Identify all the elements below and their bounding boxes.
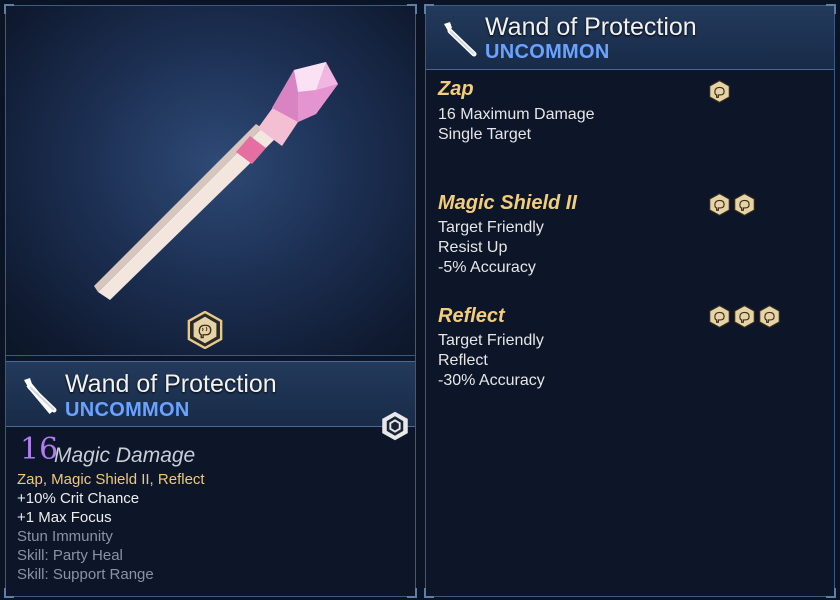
skill-detail: Reflect (438, 352, 488, 369)
skill-name: Reflect (438, 305, 505, 327)
focus-cost (708, 193, 756, 216)
skills-panel: Wand of Protection UNCOMMON Zap 16 Maxim… (424, 4, 836, 598)
wand-artwork (94, 62, 338, 300)
damage-type: Magic Damage (54, 444, 196, 467)
item-name: Wand of Protection (485, 13, 697, 41)
item-rarity: UNCOMMON (65, 399, 190, 421)
bonus-line: +10% Crit Chance (17, 490, 140, 507)
item-name: Wand of Protection (65, 370, 277, 398)
bonus-line: +1 Max Focus (17, 509, 112, 526)
inactive-bonus-line: Skill: Support Range (17, 566, 154, 583)
brain-focus-icon[interactable] (186, 311, 224, 349)
wand-icon (24, 378, 57, 414)
brain-focus-icon (759, 305, 780, 328)
brain-focus-icon (709, 80, 730, 103)
frame-corner (407, 588, 417, 598)
brain-focus-icon (734, 193, 755, 216)
focus-cost (708, 80, 731, 103)
skill-detail: -30% Accuracy (438, 372, 545, 389)
hex-slot-icon[interactable] (380, 411, 410, 441)
wand-icon (444, 22, 477, 57)
focus-cost (708, 305, 781, 328)
skill-name: Magic Shield II (438, 192, 577, 214)
skill-detail: Single Target (438, 126, 532, 143)
skill-name: Zap (438, 78, 474, 100)
skill-detail: -5% Accuracy (438, 259, 536, 276)
skill-detail: 16 Maximum Damage (438, 106, 595, 123)
item-artwork (6, 6, 415, 356)
inactive-bonus-line: Stun Immunity (17, 528, 113, 545)
brain-focus-icon (709, 193, 730, 216)
damage-value: 16 (20, 432, 59, 467)
item-detail-panel: Wand of Protection UNCOMMON 16 Magic Dam… (4, 4, 417, 598)
skill-detail: Target Friendly (438, 219, 544, 236)
item-header: Wand of Protection UNCOMMON (6, 361, 415, 427)
skills-header: Wand of Protection UNCOMMON (426, 6, 834, 70)
inactive-bonus-line: Skill: Party Heal (17, 547, 123, 564)
brain-focus-icon (709, 305, 730, 328)
frame-corner (826, 588, 836, 598)
skill-detail: Resist Up (438, 239, 508, 256)
frame-corner (4, 588, 14, 598)
brain-focus-icon (734, 305, 755, 328)
skills-summary: Zap, Magic Shield II, Reflect (17, 471, 205, 488)
item-rarity: UNCOMMON (485, 41, 610, 63)
skill-detail: Target Friendly (438, 332, 544, 349)
frame-corner (424, 588, 434, 598)
